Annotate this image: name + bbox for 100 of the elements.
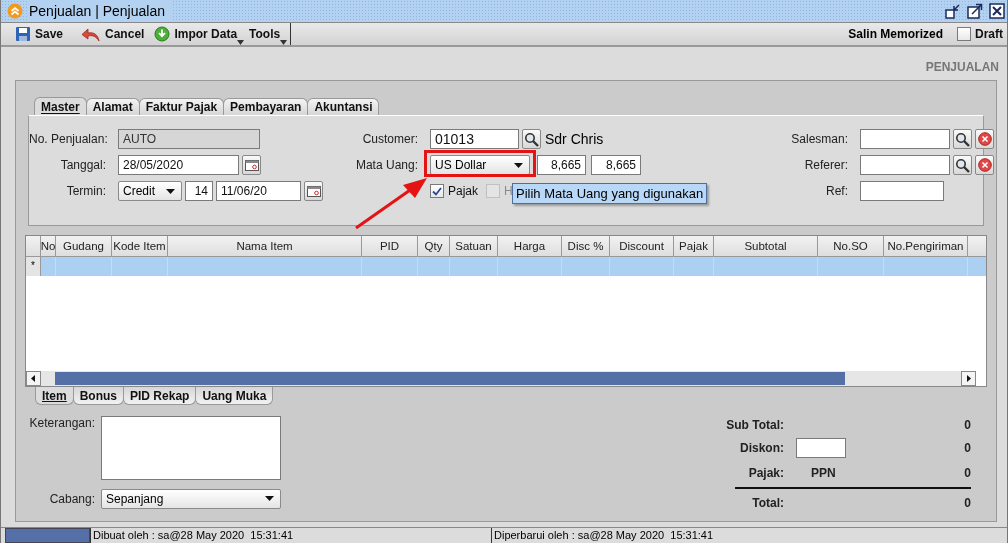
checkbox-label: Pajak	[448, 184, 479, 198]
notes-field[interactable]	[101, 416, 281, 480]
column-header[interactable]: PID	[362, 236, 418, 256]
column-header[interactable]: Qty	[418, 236, 450, 256]
calendar-icon	[244, 159, 259, 171]
toolbar-button[interactable]: Cancel	[71, 23, 153, 45]
tab[interactable]: Akuntansi	[307, 98, 380, 115]
caret-icon	[166, 188, 175, 194]
branch-select[interactable]: Sepanjang	[101, 488, 281, 509]
search-button[interactable]	[953, 155, 972, 175]
checkbox-label: Draft	[975, 27, 1003, 41]
field-label: Ref:	[825, 184, 848, 198]
caret-icon	[514, 162, 523, 168]
status-text: Dibuat oleh : sa@28 May 2020 15:31:41	[90, 528, 491, 543]
total-label: Diskon:	[739, 441, 784, 455]
checkmark-icon	[432, 186, 442, 196]
app-logo-icon	[7, 3, 23, 19]
column-header[interactable]: No.SO	[818, 236, 884, 256]
column-header[interactable]: Harga	[498, 236, 562, 256]
toolbar-button[interactable]: Tools	[245, 23, 289, 45]
toolbar-button[interactable]: Impor Data	[152, 23, 246, 45]
clear-icon	[977, 132, 992, 146]
restore-icon[interactable]	[945, 3, 961, 19]
close-icon[interactable]	[989, 3, 1005, 19]
download-circle-icon	[154, 26, 171, 42]
tab[interactable]: Item	[35, 387, 74, 405]
caret-icon	[265, 496, 274, 501]
total-value: 0	[963, 496, 971, 510]
tax-rate-field[interactable]: 8,665	[591, 155, 641, 175]
total-label: Sub Total:	[725, 418, 784, 432]
rate-field[interactable]: 8,665	[537, 155, 586, 175]
search-button[interactable]	[953, 129, 972, 149]
column-header[interactable]: Disc %	[562, 236, 610, 256]
memorized-link[interactable]: Salin Memorized	[848, 27, 943, 41]
row-marker: *	[26, 257, 41, 276]
toolbar-button[interactable]: Save	[5, 23, 72, 45]
search-button[interactable]	[522, 129, 541, 149]
term-select[interactable]: Credit	[118, 181, 182, 201]
checkbox[interactable]	[957, 27, 971, 41]
clear-icon	[977, 158, 992, 172]
field-label: Termin:	[65, 184, 106, 198]
discount-field[interactable]	[796, 438, 846, 458]
clear-button[interactable]	[975, 129, 994, 149]
due-date-field[interactable]: 11/06/20	[216, 181, 301, 201]
horizontal-scrollbar[interactable]	[26, 371, 976, 386]
text-field[interactable]	[860, 155, 950, 175]
text-field[interactable]	[860, 129, 950, 149]
maximize-icon[interactable]	[967, 3, 983, 19]
tab[interactable]: Alamat	[85, 98, 140, 115]
days-field[interactable]: 14	[185, 181, 213, 201]
column-header[interactable]: Kode Item	[112, 236, 168, 256]
column-header[interactable]: Pajak	[674, 236, 714, 256]
undo-arrow-icon	[81, 26, 102, 42]
column-header[interactable]: Discount	[610, 236, 674, 256]
tooltip: Pilih Mata Uang yang digunakan	[512, 183, 708, 204]
total-value: 0	[963, 418, 971, 432]
field-label: Tanggal:	[59, 158, 106, 172]
tab[interactable]: Pembayaran	[223, 98, 309, 115]
calendar-icon	[306, 185, 321, 197]
search-icon	[955, 131, 970, 147]
tab[interactable]: Master	[34, 97, 87, 115]
search-icon	[524, 131, 539, 147]
calendar-button[interactable]	[304, 181, 323, 201]
field-label: Referer:	[803, 158, 848, 172]
column-header[interactable]: Gudang	[56, 236, 112, 256]
dropdown-caret-icon	[237, 40, 245, 45]
column-header[interactable]: Nama Item	[168, 236, 362, 256]
checkbox-label: H	[504, 184, 513, 198]
tab[interactable]: Faktur Pajak	[138, 98, 225, 115]
status-text: Diperbarui oleh : sa@28 May 2020 15:31:41	[491, 528, 991, 543]
checkbox[interactable]	[430, 184, 444, 198]
tab[interactable]: Bonus	[72, 387, 125, 405]
customer-name: Sdr Chris	[545, 131, 604, 147]
text-field[interactable]	[860, 181, 944, 201]
annotation-arrow	[355, 178, 427, 230]
tab[interactable]: Uang Muka	[195, 387, 274, 405]
field-label: Cabang:	[48, 492, 95, 507]
field-label: Salesman:	[790, 132, 848, 146]
customer-field[interactable]: 01013	[430, 129, 519, 149]
text-field[interactable]: AUTO	[118, 129, 260, 149]
section-heading: PENJUALAN	[925, 60, 999, 74]
search-icon	[955, 157, 970, 173]
total-label: Total:	[751, 496, 784, 510]
field-label: Keterangan:	[28, 416, 95, 430]
column-header[interactable]: Satuan	[450, 236, 498, 256]
total-value: 0	[963, 466, 971, 480]
calendar-button[interactable]	[242, 155, 261, 175]
column-header[interactable]: No	[41, 236, 56, 256]
tax-name: PPN	[811, 466, 836, 480]
dropdown-caret-icon	[280, 40, 288, 45]
column-header[interactable]: Subtotal	[714, 236, 818, 256]
field-label: Mata Uang:	[354, 158, 418, 172]
clear-button[interactable]	[975, 155, 994, 175]
tab[interactable]: PID Rekap	[123, 387, 197, 405]
total-label: Pajak:	[747, 466, 784, 480]
currency-select[interactable]: US Dollar	[430, 155, 530, 175]
date-field[interactable]: 28/05/2020	[118, 155, 239, 175]
field-label: Customer:	[361, 132, 418, 146]
new-row[interactable]: *	[26, 257, 986, 276]
column-header[interactable]: No.Pengiriman	[884, 236, 968, 256]
